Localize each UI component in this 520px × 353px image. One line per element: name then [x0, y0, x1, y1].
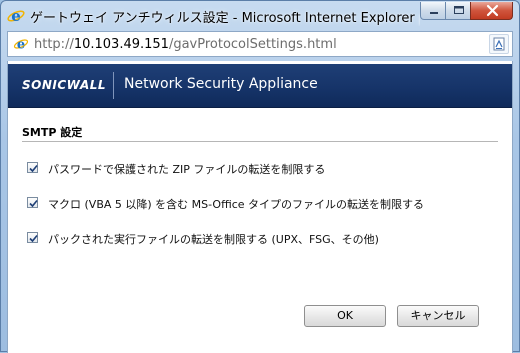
cancel-button[interactable]: キャンセル [397, 305, 479, 327]
ie-icon: e [7, 7, 25, 25]
option-label: パスワードで保護された ZIP ファイルの転送を制限する [48, 163, 326, 176]
minimize-button[interactable] [420, 2, 446, 20]
ok-button[interactable]: OK [304, 305, 386, 327]
zip-restrict-checkbox[interactable] [27, 162, 38, 173]
section-divider [22, 141, 498, 142]
url-text[interactable]: http://10.103.49.151/gavProtocolSettings… [34, 37, 337, 52]
window-title: ゲートウェイ アンチウィルス設定 - Microsoft Internet Ex… [30, 11, 420, 26]
close-button[interactable] [470, 2, 513, 20]
option-label: マクロ (VBA 5 以降) を含む MS-Office タイプのファイルの転送… [48, 198, 425, 211]
packed-restrict-checkbox[interactable] [27, 232, 38, 243]
product-name: Network Security Appliance [124, 76, 318, 92]
sonicwall-logo: SONICWALL [22, 78, 107, 92]
section-title: SMTP 設定 [22, 126, 83, 139]
svg-text:e: e [11, 7, 21, 25]
browser-window: e ゲートウェイ アンチウィルス設定 - Microsoft Internet … [0, 0, 520, 353]
page-content: SONICWALL Network Security Appliance SMT… [7, 61, 513, 353]
compatibility-view-icon[interactable] [489, 34, 509, 54]
macro-restrict-checkbox[interactable] [27, 197, 38, 208]
maximize-button[interactable] [445, 2, 471, 20]
page-icon: e [13, 36, 29, 53]
brand-divider [113, 72, 114, 99]
title-bar[interactable]: e ゲートウェイ アンチウィルス設定 - Microsoft Internet … [1, 1, 519, 31]
option-label: パックされた実行ファイルの転送を制限する (UPX、FSG、その他) [48, 233, 379, 246]
svg-text:e: e [17, 38, 25, 53]
address-bar[interactable]: e http://10.103.49.151/gavProtocolSettin… [7, 31, 513, 57]
brand-header: SONICWALL Network Security Appliance [8, 64, 512, 108]
